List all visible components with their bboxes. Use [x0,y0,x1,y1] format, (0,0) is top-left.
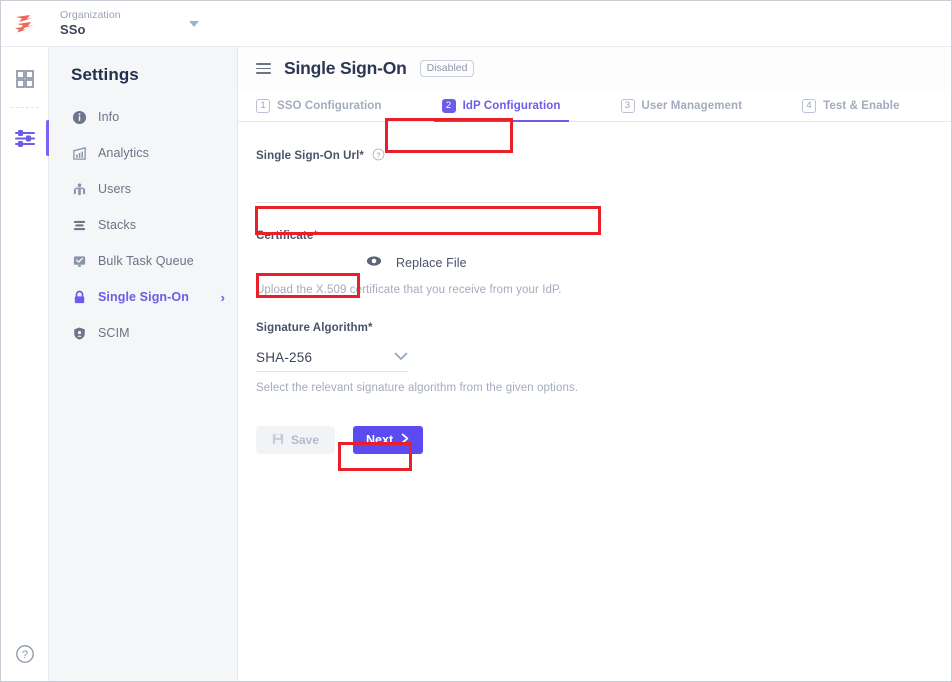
label-text: Certificate* [256,230,318,242]
tab-label: IdP Configuration [463,100,561,112]
field-certificate: Certificate* Replace File Upload the X.5… [256,230,951,296]
sidebar-item-label: Stacks [98,218,136,232]
idp-configuration-form: Single Sign-On Url* ? Certificate* [238,122,951,454]
main-content: Single Sign-On Disabled 1 SSO Configurat… [238,47,951,681]
contentstack-logo-icon[interactable] [1,1,49,47]
save-button[interactable]: Save [256,426,335,454]
sidebar-title: Settings [49,65,237,99]
rail-item-settings[interactable] [1,116,49,160]
sidebar-item-scim[interactable]: SCIM [49,315,237,351]
chevron-down-icon[interactable] [189,21,199,27]
save-button-label: Save [291,433,319,447]
tab-label: SSO Configuration [277,100,382,112]
grid-apps-icon [15,69,35,89]
body-area: ? Settings Info [1,47,951,681]
certificate-label: Certificate* [256,230,951,242]
tab-number: 2 [442,99,456,113]
sidebar-item-label: Users [98,182,131,196]
next-button[interactable]: Next [353,426,423,454]
replace-file-button[interactable]: Replace File [396,256,467,270]
sidebar-item-label: SCIM [98,326,130,340]
tab-label: Test & Enable [823,100,900,112]
signature-algorithm-select[interactable]: SHA-256 [256,348,408,372]
field-single-sign-on-url: Single Sign-On Url* ? [256,148,951,203]
tab-label: User Management [642,100,743,112]
shield-icon [71,326,87,341]
sidebar-item-users[interactable]: Users [49,171,237,207]
signature-algorithm-value: SHA-256 [256,350,312,365]
rail-divider [11,107,39,108]
save-disk-icon [272,433,284,448]
label-text: Single Sign-On Url* [256,150,364,162]
certificate-hint: Upload the X.509 certificate that you re… [256,284,951,296]
sidebar-item-label: Bulk Task Queue [98,254,194,268]
organization-selector[interactable]: Organization SSo [60,9,203,38]
next-button-label: Next [366,433,393,447]
single-sign-on-url-label: Single Sign-On Url* ? [256,148,951,164]
info-icon [71,110,87,125]
chevron-right-icon[interactable]: › [221,291,225,304]
tab-idp-configuration[interactable]: 2 IdP Configuration [442,90,583,121]
signature-algorithm-hint: Select the relevant signature algorithm … [256,382,951,394]
bulk-task-queue-icon [71,254,87,269]
tab-number: 4 [802,99,816,113]
page-title: Single Sign-On [284,58,407,79]
chevron-right-icon [401,433,410,447]
sidebar-item-analytics[interactable]: Analytics [49,135,237,171]
sidebar-item-label: Info [98,110,119,124]
field-signature-algorithm: Signature Algorithm* SHA-256 Select the … [256,322,951,394]
help-question-icon[interactable]: ? [372,148,385,164]
sidebar-item-single-sign-on[interactable]: Single Sign-On › [49,279,237,315]
certificate-row: Replace File [256,252,951,274]
application-window: Organization SSo [0,0,952,682]
help-question-icon[interactable]: ? [15,644,35,669]
icon-rail: ? [1,47,49,681]
organization-value: SSo [60,23,121,38]
svg-text:?: ? [376,150,381,159]
svg-text:?: ? [21,649,27,661]
organization-label: Organization [60,9,121,21]
signature-algorithm-label: Signature Algorithm* [256,322,951,334]
settings-sidebar: Settings Info [49,47,238,681]
tab-number: 1 [256,99,270,113]
sidebar-item-info[interactable]: Info [49,99,237,135]
users-icon [71,182,87,197]
sliders-settings-icon [14,128,36,148]
single-sign-on-url-input[interactable] [256,177,596,203]
eye-view-icon[interactable] [366,254,382,272]
tab-test-and-enable[interactable]: 4 Test & Enable [802,90,922,121]
tab-number: 3 [621,99,635,113]
rail-item-apps[interactable] [1,57,49,101]
stacks-icon [71,218,87,233]
chevron-down-icon[interactable] [394,348,408,366]
analytics-chart-icon [71,146,87,161]
sidebar-item-bulk-task-queue[interactable]: Bulk Task Queue [49,243,237,279]
tab-user-management[interactable]: 3 User Management [621,90,765,121]
tab-bar: 1 SSO Configuration 2 IdP Configuration … [238,90,951,122]
hamburger-menu-icon[interactable] [256,63,271,74]
sidebar-item-label: Analytics [98,146,149,160]
page-header: Single Sign-On Disabled [238,47,951,90]
sidebar-item-label: Single Sign-On [98,290,189,304]
certificate-input[interactable] [256,252,352,274]
tab-sso-configuration[interactable]: 1 SSO Configuration [256,90,404,121]
lock-icon [71,290,87,305]
label-text: Signature Algorithm* [256,322,373,334]
sidebar-item-stacks[interactable]: Stacks [49,207,237,243]
form-actions: Save Next [256,426,951,454]
status-badge: Disabled [420,60,475,78]
top-bar: Organization SSo [1,1,951,47]
